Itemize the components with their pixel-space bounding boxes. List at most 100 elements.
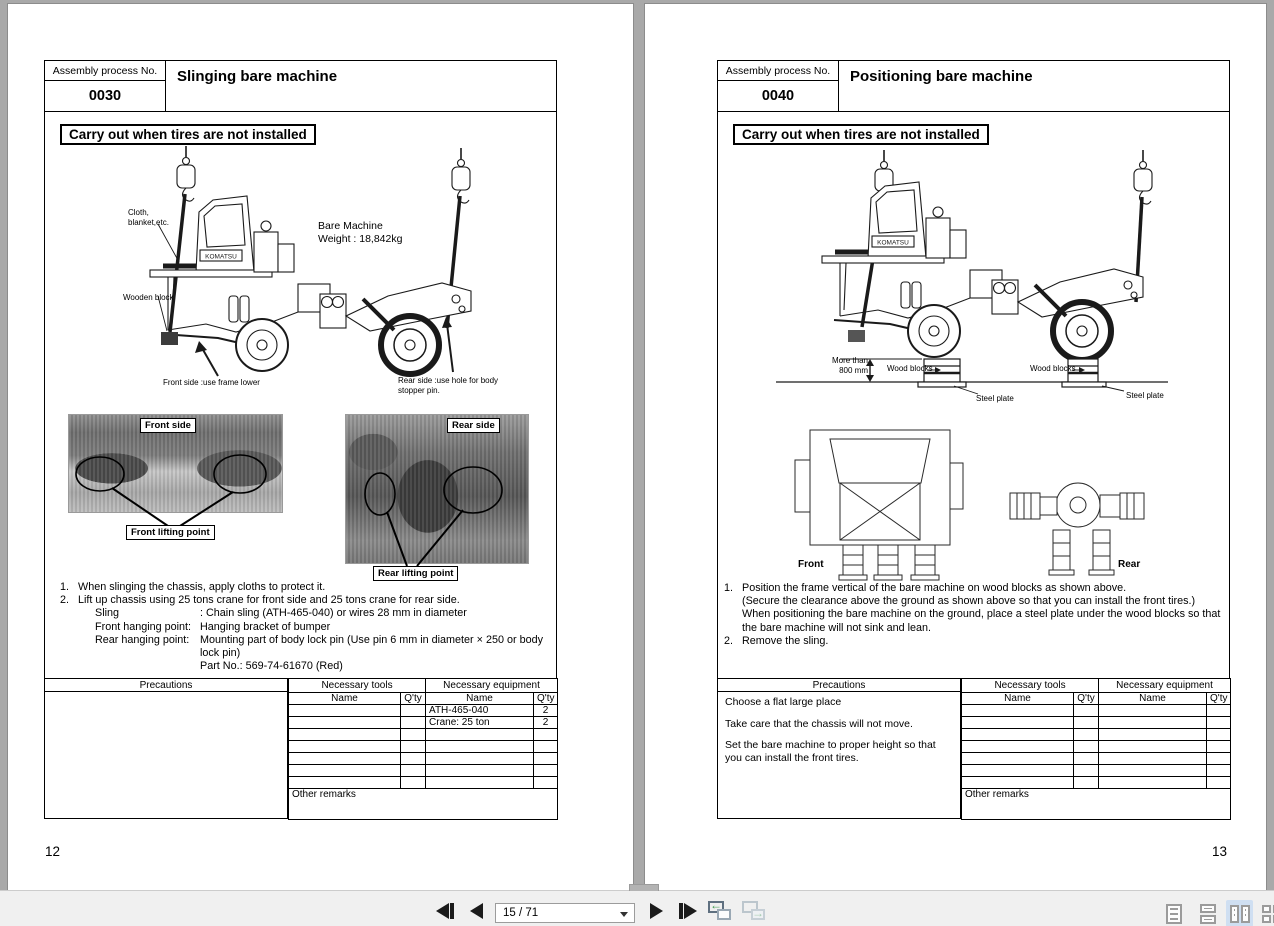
precautions-header: Precautions	[44, 678, 288, 692]
label-wooden-block: Wooden block	[123, 293, 174, 302]
previous-page-button[interactable]	[470, 903, 483, 919]
label-wood-blocks-1: Wood blocks	[887, 364, 933, 373]
last-page-icon	[684, 903, 697, 919]
svg-text:KOMATSU: KOMATSU	[205, 254, 237, 261]
equip-qty-cell	[1206, 752, 1232, 765]
next-page-button[interactable]	[650, 903, 663, 919]
instruction-steps: 1. When slinging the chassis, apply clot…	[60, 581, 548, 673]
equipment-header: Necessary equipment	[1098, 678, 1232, 693]
label-wood-blocks-2: Wood blocks	[1030, 364, 1076, 373]
tool-name-cell	[961, 752, 1074, 765]
chevron-down-icon	[620, 912, 628, 917]
precaution-paragraph: Set the bare machine to proper height so…	[725, 739, 936, 764]
toolbar-handle[interactable]	[629, 884, 659, 891]
tool-qty-cell	[1072, 716, 1100, 729]
tool-qty-cell	[1072, 764, 1100, 777]
equip-name-cell	[425, 752, 535, 765]
page-number-combobox[interactable]: 15 / 71	[495, 903, 635, 923]
label-rear-view: Rear	[1118, 559, 1141, 570]
manual-page-left: Assembly process No. 0030 Slinging bare …	[8, 4, 633, 890]
equip-name-cell	[1098, 704, 1208, 717]
label-weight: Bare Machine Weight : 18,842kg	[318, 220, 403, 245]
label-more-than-800: More than 800 mm	[831, 356, 868, 375]
equip-name-cell	[1098, 764, 1208, 777]
two-page-continuous-view-button[interactable]	[1258, 900, 1274, 926]
tool-qty-cell	[1072, 752, 1100, 765]
label-cloth: Cloth, blanket,etc.	[128, 208, 169, 227]
page-number-left: 12	[45, 844, 61, 859]
equip-qty-cell	[533, 752, 559, 765]
previous-view-icon: ←	[710, 898, 722, 912]
table-row	[961, 764, 1232, 777]
previous-page-icon	[470, 903, 483, 919]
table-row	[288, 728, 559, 741]
tools-header: Necessary tools	[960, 678, 1100, 693]
page-indicator-text: 15 / 71	[503, 907, 539, 919]
equip-name-cell	[425, 728, 535, 741]
equip-name-cell	[425, 764, 535, 777]
tools-name-header: Name	[288, 692, 401, 705]
last-page-button[interactable]	[678, 903, 697, 919]
two-page-view-icon	[1229, 904, 1239, 923]
tool-qty-cell	[1072, 776, 1100, 789]
first-page-button[interactable]	[436, 903, 455, 919]
tool-qty-cell	[399, 764, 427, 777]
step-line: 2. Remove the sling.	[724, 634, 829, 647]
label-front-note: Front side :use frame lower	[163, 378, 260, 387]
equip-qty-cell	[1206, 740, 1232, 753]
tools-name-header: Name	[961, 692, 1074, 705]
process-no-cell: Assembly process No. 0030	[45, 61, 166, 111]
front-side-photo: Front side Front lifting point	[68, 414, 283, 544]
previous-view-button[interactable]: ←	[708, 898, 733, 923]
step-line: Sling : Chain sling (ATH-465-040) or wir…	[95, 607, 467, 620]
equipment-name-header: Name	[1098, 692, 1208, 705]
process-number: 0030	[88, 88, 122, 104]
step-line: When positioning the bare machine on the…	[742, 608, 1221, 634]
table-row	[961, 704, 1232, 717]
equip-qty-cell: 2	[533, 704, 559, 717]
equip-qty-cell	[1206, 716, 1232, 729]
tool-qty-cell	[399, 752, 427, 765]
tool-qty-cell	[1072, 740, 1100, 753]
pdf-viewer-window: Assembly process No. 0030 Slinging bare …	[0, 0, 1274, 926]
equip-qty-cell	[533, 776, 559, 789]
process-no-cell: Assembly process No. 0040	[718, 61, 839, 111]
tool-qty-cell	[399, 740, 427, 753]
table-row	[288, 776, 559, 789]
equip-name-cell	[425, 776, 535, 789]
equip-qty-cell	[1206, 764, 1232, 777]
tools-qty-header: Q'ty	[1072, 692, 1100, 705]
next-view-button[interactable]: →	[742, 901, 767, 923]
photo-caption-rear-lifting-point: Rear lifting point	[373, 566, 459, 581]
slinging-diagram: KOMATSU	[58, 144, 518, 406]
continuous-view-button[interactable]	[1194, 900, 1221, 926]
next-page-icon	[650, 903, 663, 919]
precautions-body: Choose a flat large place Take care that …	[717, 692, 961, 819]
rear-side-photo: Rear side Rear lifting point	[345, 414, 529, 582]
tools-equipment-table: Necessary tools Necessary equipment Name…	[960, 678, 1232, 820]
tool-qty-cell	[399, 716, 427, 729]
step-line: 1. Position the frame vertical of the ba…	[724, 582, 1127, 594]
tool-name-cell	[961, 728, 1074, 741]
tool-name-cell	[288, 704, 401, 717]
step-line: 2. Lift up chassis using 25 tons crane f…	[60, 594, 460, 607]
tools-header: Necessary tools	[287, 678, 427, 693]
two-page-view-button[interactable]	[1226, 900, 1253, 926]
process-header-right: Assembly process No. 0040 Positioning ba…	[717, 60, 1230, 112]
process-label: Assembly process No.	[45, 61, 165, 81]
page-number-right: 13	[1212, 844, 1228, 859]
single-page-view-button[interactable]	[1160, 900, 1187, 926]
equip-qty-cell	[1206, 704, 1232, 717]
table-row: ATH-465-040 2	[288, 704, 559, 717]
tool-name-cell	[288, 776, 401, 789]
label-front-view: Front	[798, 559, 824, 570]
tool-qty-cell	[399, 776, 427, 789]
tool-name-cell	[961, 764, 1074, 777]
step-line: Front hanging point: Hanging bracket of …	[95, 620, 331, 633]
table-row	[961, 740, 1232, 753]
equip-qty-cell: 2	[533, 716, 559, 729]
tool-name-cell	[288, 752, 401, 765]
table-row	[961, 776, 1232, 789]
page-title: Slinging bare machine	[177, 68, 338, 85]
tools-equipment-table: Necessary tools Necessary equipment Name…	[287, 678, 559, 820]
